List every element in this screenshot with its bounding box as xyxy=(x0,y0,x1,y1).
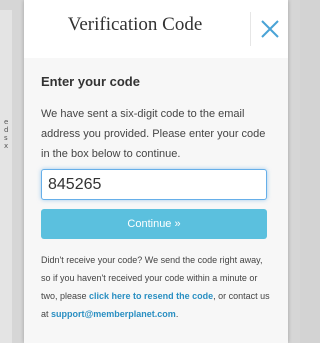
instructions-text: We have sent a six-digit code to the ema… xyxy=(41,108,266,160)
header-divider xyxy=(250,12,251,46)
modal-header: Verification Code xyxy=(24,0,288,59)
resend-help-text: Didn't receive your code? We send the co… xyxy=(41,251,273,323)
background-edge-text: e d s x xyxy=(4,118,9,150)
continue-button[interactable]: Continue » xyxy=(41,209,267,239)
enter-code-heading: Enter your code xyxy=(41,74,140,89)
verification-modal: Verification Code Enter your code We hav… xyxy=(24,0,288,343)
close-x-icon xyxy=(261,20,279,38)
help-text-end: . xyxy=(175,309,179,319)
close-button[interactable] xyxy=(256,14,284,44)
modal-title: Verification Code xyxy=(67,14,203,35)
verification-code-input[interactable] xyxy=(41,169,267,200)
modal-body: Enter your code We have sent a six-digit… xyxy=(24,58,288,343)
support-email-link[interactable]: support@memberplanet.com xyxy=(51,309,176,319)
background-page-edge: e d s x xyxy=(0,10,12,343)
resend-code-link[interactable]: click here to resend the code xyxy=(89,291,213,301)
